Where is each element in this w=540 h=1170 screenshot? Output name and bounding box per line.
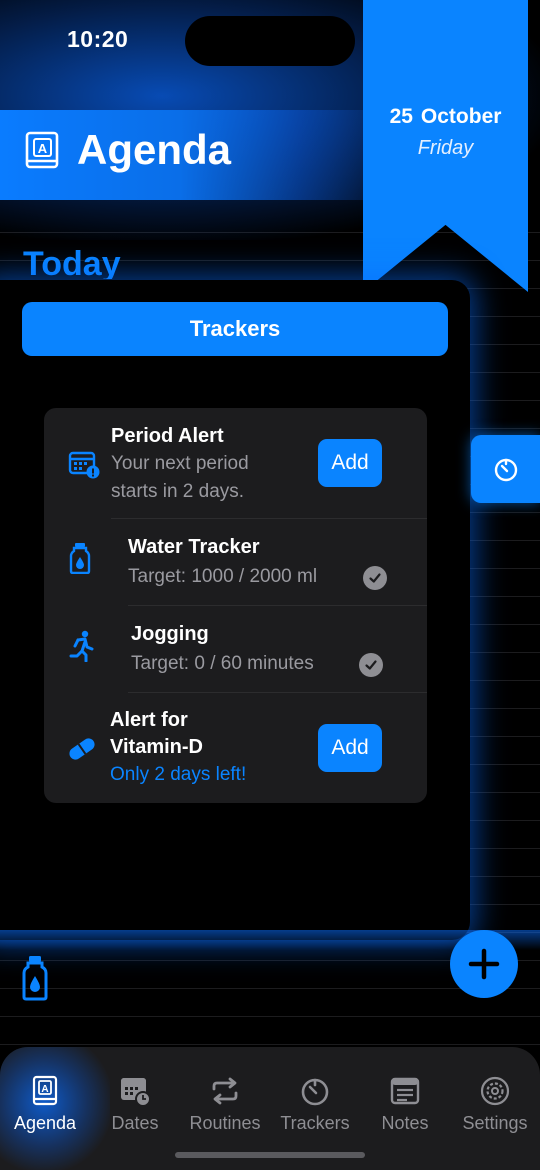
calendar-clock-icon: [121, 1078, 151, 1107]
tab-label: Routines: [189, 1113, 261, 1133]
notes-icon: [390, 1077, 420, 1105]
period-alert-add-button[interactable]: Add: [318, 439, 382, 487]
tab-settings[interactable]: Settings: [450, 1075, 540, 1134]
tab-label: Agenda: [13, 1113, 77, 1133]
repeat-icon: [212, 1077, 238, 1105]
calendar-alert-icon: [68, 451, 100, 479]
tab-dates[interactable]: Dates: [90, 1075, 180, 1134]
trackers-button[interactable]: Trackers: [22, 302, 448, 356]
tab-notes[interactable]: Notes: [360, 1075, 450, 1134]
water-bottle-icon: [22, 956, 48, 1001]
list-item-jogging[interactable]: Jogging Target: 0 / 60 minutes: [44, 606, 427, 692]
period-alert-line1: Your next period: [111, 453, 249, 474]
list-item-water-tracker[interactable]: Water Tracker Target: 1000 / 2000 ml: [44, 519, 427, 605]
timer-icon: [494, 458, 517, 482]
svg-text:A: A: [41, 1084, 48, 1095]
water-tracker-check-icon[interactable]: [363, 566, 387, 590]
vitamin-alert-title-line2: Vitamin-D: [110, 736, 203, 758]
svg-text:A: A: [38, 141, 48, 156]
jogging-target: Target: 0 / 60 minutes: [131, 653, 314, 674]
water-bottle-icon: [69, 543, 91, 574]
ribbon-weekday: Friday: [417, 137, 474, 159]
vitamin-alert-days-left: Only 2 days left!: [110, 764, 247, 785]
pill-icon: [69, 738, 95, 760]
water-tracker-title: Water Tracker: [128, 536, 260, 558]
gear-icon: [480, 1076, 510, 1106]
tab-label: Dates: [111, 1113, 159, 1133]
timer-side-button[interactable]: [471, 435, 540, 503]
vitamin-alert-add-button[interactable]: Add: [318, 724, 382, 772]
dynamic-island: [185, 16, 355, 66]
tab-trackers[interactable]: Trackers: [270, 1075, 360, 1134]
vitamin-alert-title-line1: Alert for: [110, 709, 188, 731]
tab-label: Settings: [462, 1113, 528, 1133]
tab-label: Notes: [381, 1113, 429, 1133]
period-alert-line2: starts in 2 days.: [111, 481, 245, 502]
book-icon: A: [32, 1075, 58, 1106]
tab-routines[interactable]: Routines: [180, 1075, 270, 1134]
ribbon-day-number: 25: [389, 105, 413, 128]
add-fab-button[interactable]: [450, 930, 518, 998]
status-time: 10:20: [67, 26, 129, 52]
water-tracker-target: Target: 1000 / 2000 ml: [128, 566, 318, 587]
period-alert-title: Period Alert: [111, 425, 224, 447]
trackers-card: Period Alert Your next period starts in …: [44, 408, 427, 803]
timer-icon: [301, 1078, 329, 1106]
title-bar: A Agenda: [0, 110, 400, 200]
tab-agenda[interactable]: A Agenda: [0, 1075, 90, 1134]
ribbon-month: October: [420, 105, 502, 128]
tab-label: Trackers: [280, 1113, 350, 1133]
list-item-vitamin-alert: Alert for Vitamin-D Only 2 days left! Ad…: [44, 693, 427, 803]
plus-icon: [468, 948, 500, 980]
list-item-period-alert: Period Alert Your next period starts in …: [44, 408, 427, 518]
page-title: Agenda: [77, 126, 232, 173]
jogging-title: Jogging: [131, 623, 209, 645]
ribbon-date: 25 October: [363, 105, 528, 129]
section-title-today: Today: [23, 245, 121, 279]
book-icon: A: [25, 131, 59, 169]
jogging-check-icon[interactable]: [359, 653, 383, 677]
running-icon: [69, 630, 94, 662]
home-indicator[interactable]: [175, 1152, 365, 1158]
